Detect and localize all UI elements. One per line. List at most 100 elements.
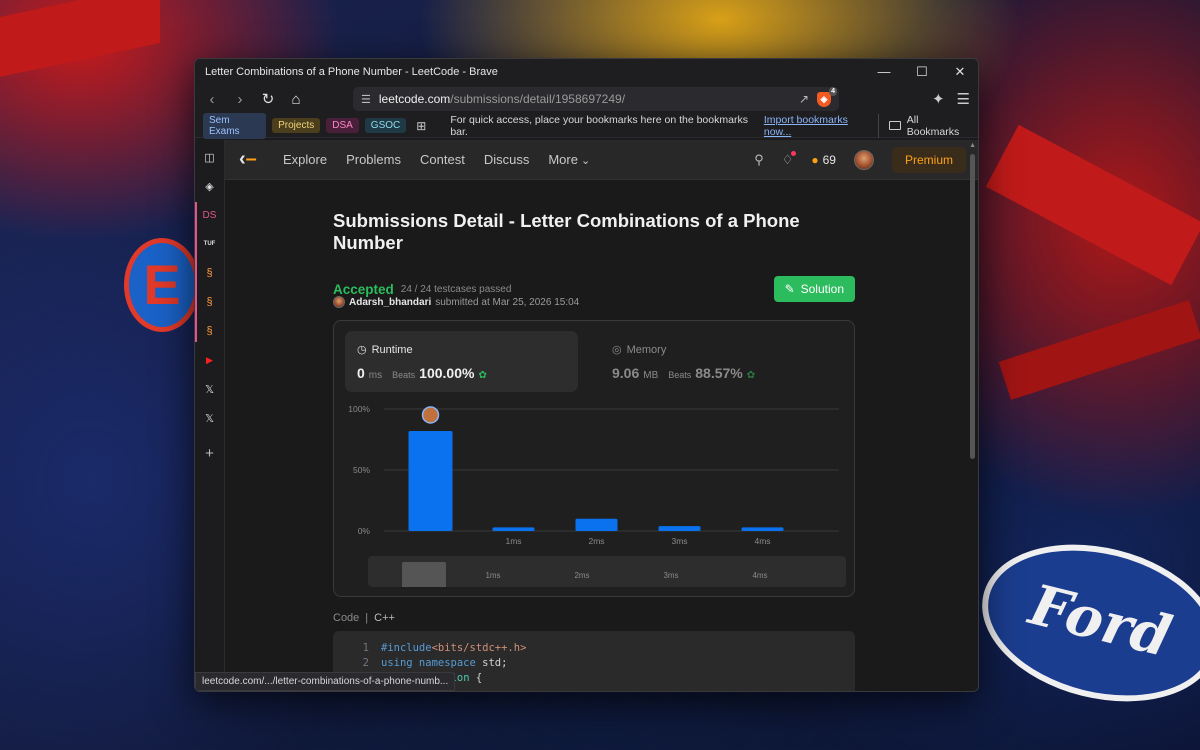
import-bookmarks-link[interactable]: Import bookmarks now... [764, 114, 872, 138]
search-icon[interactable]: ⚲ [754, 152, 764, 168]
scroll-up-icon[interactable]: ▲ [969, 142, 976, 149]
leetcode-navbar: ‹– Explore Problems Contest Discuss More ⚲ ♢… [225, 140, 978, 180]
code-token: #include [381, 642, 432, 654]
forward-icon[interactable]: › [231, 91, 249, 108]
chart-xtick-label: 1ms [505, 536, 521, 546]
bookmarks-bar: Sem Exams Projects DSA GSOC ⊞ For quick acces… [195, 112, 978, 139]
solution-button-label: Solution [800, 282, 844, 296]
submitter-name[interactable]: Adarsh_bhandari [349, 297, 431, 308]
chart-xtick-label: 2ms [588, 536, 604, 546]
notification-bell-icon[interactable]: ♢ [782, 150, 797, 168]
chart-bar[interactable] [658, 526, 701, 531]
menu-icon[interactable]: ☰ [957, 90, 970, 108]
code-token: std; [482, 657, 508, 669]
code-label: Code [333, 612, 360, 624]
sidebar-accent [195, 202, 197, 342]
sidebar-item-icon[interactable]: 𝕏 [200, 379, 220, 399]
browser-toolbar: ‹ › ↻ ⌂ ☰ leetcode.com/submissions/detai… [195, 84, 978, 114]
range-selector-minimap[interactable]: 1ms 2ms 3ms 4ms [368, 556, 846, 587]
home-icon[interactable]: ⌂ [287, 91, 305, 108]
chart-bar[interactable] [741, 527, 784, 531]
runtime-distribution-chart: 0% 50% 100% 1ms 2ms 3ms 4ms [348, 404, 839, 546]
chart-bar[interactable] [575, 518, 618, 531]
runtime-beats-label: Beats [392, 370, 416, 380]
address-bar[interactable]: ☰ leetcode.com/submissions/detail/195869… [353, 86, 839, 111]
wallpaper-stripe [985, 124, 1200, 286]
sidebar-item-icon[interactable]: DS [200, 205, 220, 225]
fire-icon: ● [811, 152, 819, 167]
back-icon[interactable]: ‹ [203, 91, 221, 108]
sidebar-item-icon[interactable]: § [200, 292, 220, 312]
page-scrollbar[interactable] [970, 154, 975, 459]
chart-ytick-label: 50% [353, 465, 370, 475]
sidebar-item-icon[interactable]: § [200, 263, 220, 283]
bookmarks-hint: For quick access, place your bookmarks h… [450, 113, 748, 138]
sidebar-item-icon[interactable]: ◫ [200, 147, 220, 167]
code-token: <bits/stdc++.h> [431, 642, 527, 654]
status-accepted: Accepted [333, 281, 394, 297]
sidebar-item-icon[interactable]: TUF [200, 234, 220, 254]
solution-button[interactable]: ✎ Solution [773, 276, 855, 302]
range-selector-handle[interactable] [402, 562, 446, 587]
submission-detail: Submissions Detail - Letter Combinations… [333, 180, 855, 691]
leetcode-logo-icon[interactable]: ‹– [239, 148, 263, 171]
memory-beats-value: 88.57% [695, 365, 743, 381]
code-token: using namespace [381, 657, 483, 669]
nav-link-problems[interactable]: Problems [346, 152, 401, 167]
performance-card: ◷ Runtime 0 ms Beats 100.00% ✿ ◎ Memory 9.… [333, 320, 855, 597]
sidebar-item-icon[interactable]: + [200, 443, 220, 463]
chip-icon: ◎ [612, 344, 622, 356]
submitted-time: submitted at Mar 25, 2026 15:04 [435, 296, 580, 308]
submitter-avatar [333, 296, 345, 308]
reload-icon[interactable]: ↻ [259, 90, 277, 108]
all-bookmarks-button[interactable]: All Bookmarks [878, 113, 970, 138]
edit-icon: ✎ [784, 282, 795, 296]
minimap-label: 1ms [471, 571, 515, 580]
bookmark-chip[interactable]: Sem Exams [203, 112, 267, 139]
testcases-passed: 24 / 24 testcases passed [400, 283, 512, 295]
clap-icon: ✿ [478, 370, 487, 381]
maximize-icon[interactable]: ☐ [914, 64, 930, 80]
page-title: Submissions Detail - Letter Combinations… [333, 210, 800, 253]
sidebar-item-icon[interactable]: ◈ [200, 176, 220, 196]
brave-shields-icon[interactable]: ◈ 4 [817, 86, 837, 107]
bookmark-chip[interactable]: DSA [326, 118, 359, 133]
wallpaper-emblem: E [124, 238, 200, 332]
wallpaper-ford-logo: Ford [965, 521, 1200, 725]
sidebar-item-icon[interactable]: ▶ [200, 350, 220, 370]
nav-link-discuss[interactable]: Discuss [484, 152, 530, 167]
site-settings-icon[interactable]: ☰ [361, 93, 371, 106]
chart-bar[interactable] [492, 527, 535, 531]
chart-ytick-label: 100% [348, 404, 370, 414]
wallpaper-stripe [0, 0, 160, 78]
leetcode-page: ‹– Explore Problems Contest Discuss More ⚲ ♢… [225, 140, 978, 691]
sidebar-item-icon[interactable]: 𝕏 [200, 408, 220, 428]
nav-link-contest[interactable]: Contest [420, 152, 465, 167]
bookmark-chip[interactable]: GSOC [364, 118, 407, 133]
nav-link-more[interactable]: More [548, 152, 590, 167]
line-number: 1 [362, 642, 369, 654]
share-icon[interactable]: ↗ [799, 92, 809, 106]
chart-xtick-label: 4ms [754, 536, 770, 546]
sidebar-item-icon[interactable]: § [200, 321, 220, 341]
close-icon[interactable]: ✕ [952, 64, 968, 80]
tab-groups-icon[interactable]: ⊞ [416, 119, 426, 133]
shield-count-badge: 4 [829, 86, 837, 96]
bookmark-chip[interactable]: Projects [272, 118, 321, 133]
status-bar-url: leetcode.com/.../letter-combinations-of-… [195, 672, 456, 691]
avatar[interactable] [853, 149, 874, 170]
nav-link-explore[interactable]: Explore [283, 152, 327, 167]
streak-counter[interactable]: ● 69 [811, 153, 836, 167]
code-language: C++ [374, 612, 395, 624]
vertical-sidebar: ◫ ◈ DS TUF § § § ▶ 𝕏 𝕏 + [195, 140, 225, 691]
premium-button[interactable]: Premium [891, 146, 966, 173]
user-position-avatar [421, 406, 440, 424]
extensions-icon[interactable]: ✦ [932, 90, 945, 108]
chart-bar[interactable] [408, 430, 453, 531]
runtime-panel[interactable]: ◷ Runtime 0 ms Beats 100.00% ✿ [345, 331, 578, 392]
memory-panel[interactable]: ◎ Memory 9.06 MB Beats 88.57% ✿ [600, 331, 833, 392]
chart-xtick-label: 3ms [671, 536, 687, 546]
minimize-icon[interactable]: — [876, 64, 892, 80]
memory-beats-label: Beats [668, 370, 692, 380]
streak-count: 69 [822, 152, 836, 167]
